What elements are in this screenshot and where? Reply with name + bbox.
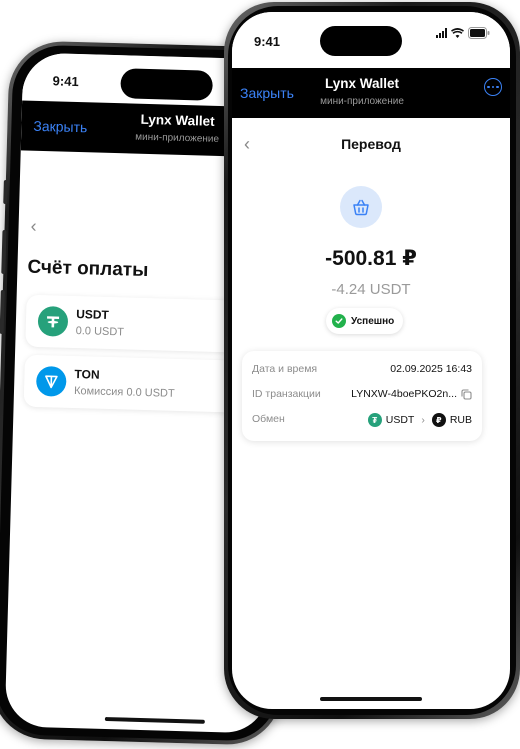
detail-label: Обмен bbox=[252, 413, 285, 425]
header-title: Lynx Wallet bbox=[324, 76, 399, 91]
asset-balance: 0.0 USDT bbox=[75, 325, 125, 339]
asset-name: TON bbox=[74, 367, 100, 382]
detail-value: 02.09.2025 16:43 bbox=[390, 363, 472, 375]
signal-icon bbox=[436, 28, 447, 38]
status-text: Успешно bbox=[351, 315, 395, 327]
side-button bbox=[3, 179, 8, 205]
asset-name: USDT bbox=[75, 307, 110, 322]
battery-icon bbox=[468, 27, 490, 39]
wifi-icon bbox=[451, 28, 464, 38]
home-indicator[interactable] bbox=[104, 717, 205, 724]
asset-item-ton[interactable]: TON Комиссия 0.0 USDT bbox=[23, 354, 255, 414]
header-subtitle: мини-приложение bbox=[320, 96, 404, 107]
tether-icon bbox=[37, 305, 69, 337]
ruble-icon: ₽ bbox=[431, 413, 446, 427]
header-title: Lynx Wallet bbox=[140, 111, 215, 129]
back-chevron-icon[interactable]: ‹ bbox=[30, 216, 37, 237]
status-badge: Успешно bbox=[326, 308, 404, 334]
page-title: Счёт оплаты bbox=[27, 256, 149, 282]
detail-label: ID транзакции bbox=[252, 388, 321, 400]
more-icon[interactable] bbox=[484, 78, 502, 96]
check-icon bbox=[332, 314, 346, 328]
header-subtitle: мини-приложение bbox=[135, 131, 220, 145]
telegram-header: Закрыть Lynx Wallet мини-приложение bbox=[232, 68, 510, 118]
exchange-from: USDT bbox=[385, 414, 415, 426]
detail-value: LYNXW-4boePKO2n... bbox=[351, 388, 472, 400]
dynamic-island bbox=[320, 26, 402, 56]
detail-row-id: ID транзакции LYNXW-4boePKO2n... bbox=[252, 386, 472, 404]
status-bar: 9:41 bbox=[232, 12, 510, 60]
basket-icon bbox=[340, 186, 382, 228]
dynamic-island bbox=[120, 68, 214, 101]
asset-item-usdt[interactable]: USDT 0.0 USDT bbox=[25, 294, 257, 354]
chevron-right-icon: › bbox=[421, 414, 425, 426]
detail-row-date: Дата и время 02.09.2025 16:43 bbox=[252, 361, 472, 379]
amount-usdt: -4.24 USDT bbox=[331, 281, 411, 298]
detail-row-exchange: Обмен ₮ USDT › ₽ RUB bbox=[252, 411, 472, 429]
copy-icon[interactable] bbox=[461, 388, 472, 400]
ton-icon bbox=[35, 365, 67, 397]
status-time: 9:41 bbox=[52, 73, 79, 90]
exchange-to: RUB bbox=[449, 414, 472, 426]
detail-label: Дата и время bbox=[252, 363, 318, 375]
front-phone: 9:41 Закрыть Lynx Wallet мини-приложение… bbox=[224, 2, 520, 719]
front-screen: 9:41 Закрыть Lynx Wallet мини-приложение… bbox=[232, 12, 510, 709]
status-time: 9:41 bbox=[254, 34, 281, 49]
tether-icon: ₮ bbox=[367, 413, 382, 427]
home-indicator[interactable] bbox=[320, 697, 422, 701]
close-button[interactable]: Закрыть bbox=[240, 85, 294, 101]
amount-rub: -500.81 ₽ bbox=[325, 247, 417, 270]
exchange-pair: ₮ USDT › ₽ RUB bbox=[367, 413, 472, 427]
transaction-details: Дата и время 02.09.2025 16:43 ID транзак… bbox=[242, 351, 482, 441]
transaction-id: LYNXW-4boePKO2n... bbox=[351, 388, 457, 400]
page-title: Перевод bbox=[341, 136, 401, 152]
asset-fee: Комиссия 0.0 USDT bbox=[73, 385, 175, 400]
close-button[interactable]: Закрыть bbox=[33, 118, 87, 135]
